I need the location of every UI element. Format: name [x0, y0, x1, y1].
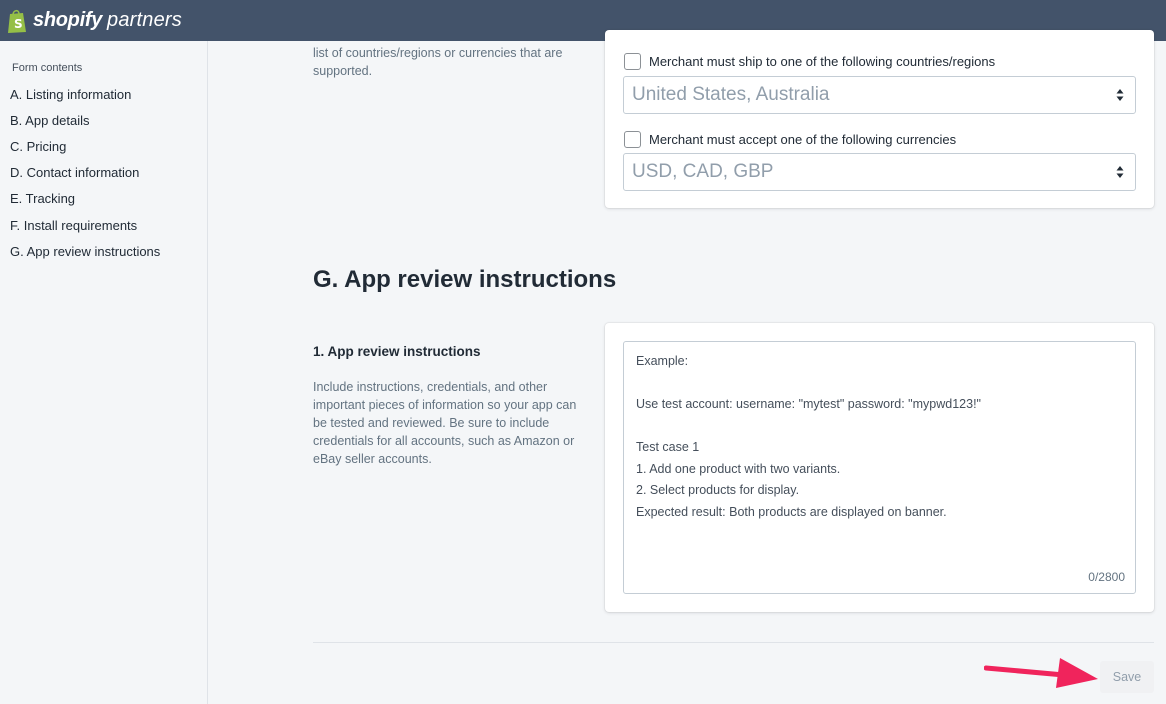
save-button[interactable]: Save — [1100, 661, 1154, 693]
textarea-placeholder-line — [636, 416, 1123, 438]
accept-currencies-label[interactable]: Merchant must accept one of the followin… — [649, 132, 956, 147]
textarea-placeholder-line: 2. Select products for display. — [636, 483, 800, 497]
textarea-placeholder-line — [636, 373, 1123, 395]
textarea-placeholder-line: Use test account: username: "mytest" pas… — [636, 397, 981, 411]
sidebar-item-listing-information[interactable]: A. Listing information — [10, 87, 131, 102]
select-arrows-icon — [1116, 89, 1124, 101]
sidebar-heading: Form contents — [12, 62, 83, 74]
app-review-textarea[interactable]: Example: Use test account: username: "my… — [623, 341, 1136, 594]
annotation-arrow-icon — [984, 658, 1098, 688]
countries-select[interactable]: United States, Australia — [623, 76, 1136, 114]
sidebar-item-pricing[interactable]: C. Pricing — [10, 139, 66, 154]
currencies-select-placeholder: USD, CAD, GBP — [632, 161, 774, 182]
shopify-bag-icon: S — [7, 8, 27, 34]
select-arrows-icon — [1116, 166, 1124, 178]
sidebar-item-app-review-instructions[interactable]: G. App review instructions — [10, 244, 160, 259]
ship-countries-checkbox[interactable] — [624, 53, 641, 70]
brand-sub-text: partners — [107, 9, 182, 31]
app-review-field-title: 1. App review instructions — [313, 344, 481, 359]
accept-currencies-row[interactable]: Merchant must accept one of the followin… — [624, 131, 956, 148]
svg-text:S: S — [14, 17, 23, 31]
sidebar-item-tracking[interactable]: E. Tracking — [10, 191, 75, 206]
footer-divider — [313, 642, 1154, 643]
section-title-app-review: G. App review instructions — [313, 266, 617, 293]
accept-currencies-checkbox[interactable] — [624, 131, 641, 148]
ship-countries-row[interactable]: Merchant must ship to one of the followi… — [624, 53, 995, 70]
countries-select-placeholder: United States, Australia — [632, 84, 830, 105]
sidebar-item-install-requirements[interactable]: F. Install requirements — [10, 218, 137, 233]
textarea-placeholder-line: 1. Add one product with two variants. — [636, 461, 841, 476]
form-contents-sidebar: Form contents A. Listing information B. … — [0, 41, 208, 704]
sidebar-item-contact-information[interactable]: D. Contact information — [10, 165, 139, 180]
brand-logo-text: shopify — [33, 9, 103, 31]
textarea-placeholder-line: Test case 1 — [636, 440, 700, 454]
currencies-select[interactable]: USD, CAD, GBP — [623, 153, 1136, 191]
sidebar-item-app-details[interactable]: B. App details — [10, 113, 90, 128]
textarea-placeholder-line: Expected result: Both products are displ… — [636, 504, 947, 519]
app-review-field-description: Include instructions, credentials, and o… — [313, 380, 577, 466]
character-counter: 0/2800 — [1088, 570, 1125, 584]
install-requirements-description: list of countries/regions or currencies … — [313, 46, 563, 78]
textarea-placeholder-line: Example: — [636, 354, 689, 368]
ship-countries-label[interactable]: Merchant must ship to one of the followi… — [649, 54, 995, 69]
